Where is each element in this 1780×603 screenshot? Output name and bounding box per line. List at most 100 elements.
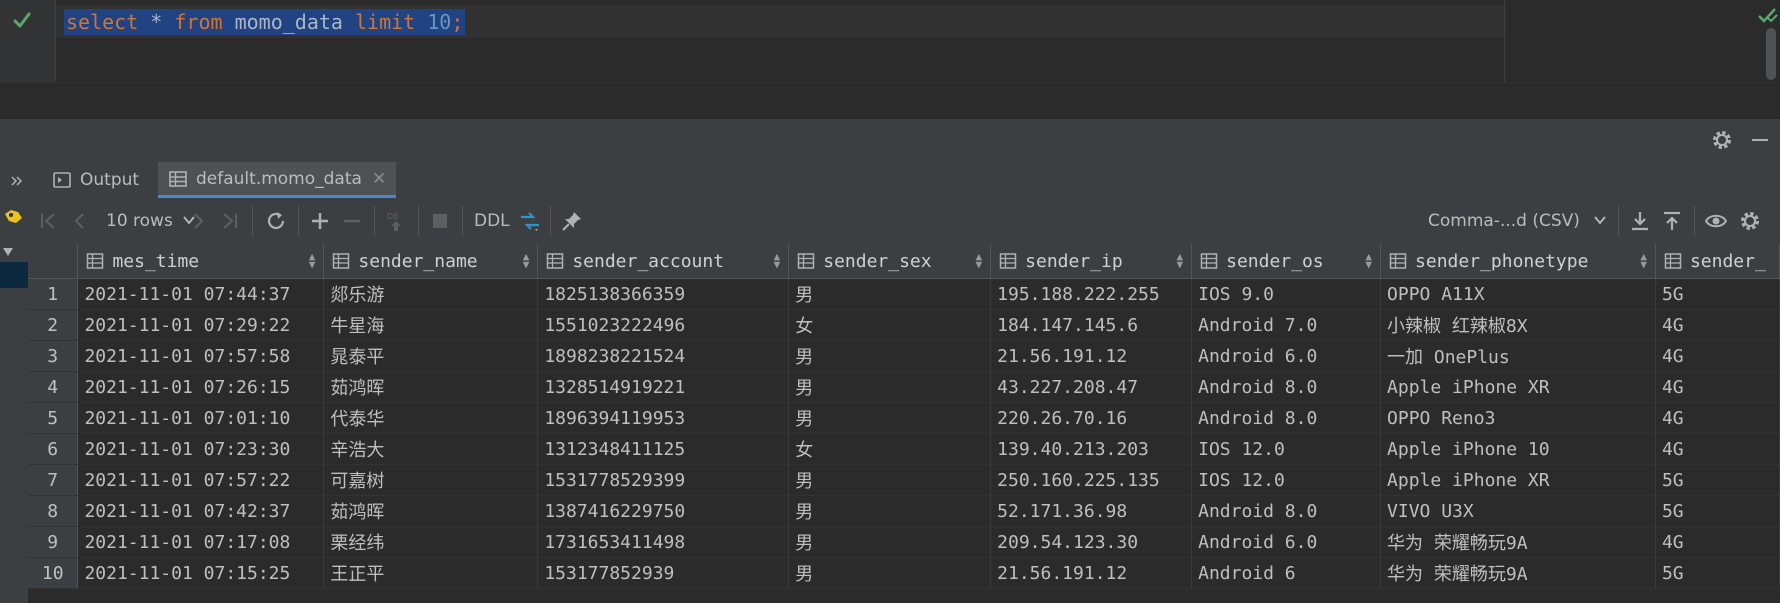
sql-query-text[interactable]: select * from momo_data limit 10; [64,9,466,35]
cell-sender_ip[interactable]: 43.227.208.47 [990,371,1193,403]
cell-sender[interactable]: 5G [1655,495,1780,527]
cell-sender_phonetype[interactable]: 一加 OnePlus [1380,340,1656,372]
cell-sender_account[interactable]: 1898238221524 [537,340,790,372]
cell-sender_phonetype[interactable]: 华为 荣耀畅玩9A [1380,526,1656,558]
sort-toggle-icon[interactable]: ▲ ▼ [1640,251,1647,270]
cell-sender_account[interactable]: 1328514919221 [537,371,790,403]
cell-sender_phonetype[interactable]: Apple iPhone 10 [1380,433,1656,465]
cell-sender_account[interactable]: 1825138366359 [537,278,790,310]
cell-sender_phonetype[interactable]: Apple iPhone XR [1380,371,1656,403]
cell-sender_sex[interactable]: 男 [788,278,992,310]
column-header-sender[interactable]: sender_ [1655,244,1780,279]
add-row-button[interactable] [308,209,332,233]
cell-sender_account[interactable]: 153177852939 [537,557,790,589]
cell-sender_ip[interactable]: 209.54.123.30 [990,526,1193,558]
cell-mes_time[interactable]: 2021-11-01 07:26:15 [77,371,325,403]
settings-button[interactable] [1738,209,1762,233]
cell-sender_ip[interactable]: 195.188.222.255 [990,278,1193,310]
cell-sender_sex[interactable]: 男 [788,371,992,403]
cell-sender_name[interactable]: 牛星海 [323,309,539,341]
cell-sender_os[interactable]: IOS 12.0 [1191,464,1382,496]
cell-sender_os[interactable]: Android 8.0 [1191,402,1382,434]
stop-button[interactable] [428,209,452,233]
cell-sender_account[interactable]: 1312348411125 [537,433,790,465]
column-header-sender_os[interactable]: sender_os ▲ ▼ [1191,244,1382,279]
cell-sender_name[interactable]: 郯乐游 [323,278,539,310]
cell-sender[interactable]: 4G [1655,526,1780,558]
table-row[interactable]: 8 2021-11-01 07:42:37 茹鸿晖 1387416229750 男 52.… [28,495,1780,527]
column-header-sender_ip[interactable]: sender_ip ▲ ▼ [990,244,1193,279]
export-format-selector[interactable]: Comma-...d (CSV) [1428,209,1607,233]
cell-sender_ip[interactable]: 52.171.36.98 [990,495,1193,527]
cell-mes_time[interactable]: 2021-11-01 07:57:22 [77,464,325,496]
table-row[interactable]: 10 2021-11-01 07:15:25 王正平 153177852939 男 21.… [28,557,1780,589]
table-row[interactable]: 9 2021-11-01 07:17:08 栗经纬 1731653411498 男 209… [28,526,1780,558]
table-row[interactable]: 7 2021-11-01 07:57:22 可嘉树 1531778529399 男 250… [28,464,1780,496]
cell-sender_account[interactable]: 1551023222496 [537,309,790,341]
row-number[interactable]: 8 [28,495,79,527]
cell-sender[interactable]: 5G [1655,278,1780,310]
minimize-icon[interactable] [1748,128,1772,152]
row-number[interactable]: 7 [28,464,79,496]
cell-sender_name[interactable]: 晁泰平 [323,340,539,372]
row-number[interactable]: 10 [28,557,79,589]
cell-sender_os[interactable]: Android 7.0 [1191,309,1382,341]
row-number[interactable]: 5 [28,402,79,434]
cell-sender_os[interactable]: Android 6.0 [1191,526,1382,558]
result-grid[interactable]: mes_time ▲ ▼ sender_name ▲ ▼ sender_account ▲ ▼ s… [28,244,1780,603]
table-row[interactable]: 6 2021-11-01 07:23:30 辛浩大 1312348411125 女 139… [28,433,1780,465]
row-number[interactable]: 2 [28,309,79,341]
cell-sender_os[interactable]: Android 8.0 [1191,371,1382,403]
cell-sender_account[interactable]: 1731653411498 [537,526,790,558]
cell-sender_name[interactable]: 栗经纬 [323,526,539,558]
cell-sender_ip[interactable]: 184.147.145.6 [990,309,1193,341]
cell-mes_time[interactable]: 2021-11-01 07:57:58 [77,340,325,372]
cell-sender_ip[interactable]: 21.56.191.12 [990,340,1193,372]
table-row[interactable]: 1 2021-11-01 07:44:37 郯乐游 1825138366359 男 195… [28,278,1780,310]
grid-corner[interactable] [28,244,79,279]
import-button[interactable] [1660,209,1684,233]
cell-sender_name[interactable]: 可嘉树 [323,464,539,496]
row-number[interactable]: 4 [28,371,79,403]
ddl-button[interactable]: DDL [474,209,510,233]
cell-sender_sex[interactable]: 男 [788,464,992,496]
cell-sender_ip[interactable]: 250.160.225.135 [990,464,1193,496]
selected-tree-node[interactable] [0,262,28,288]
table-row[interactable]: 5 2021-11-01 07:01:10 代泰华 1896394119953 男 220… [28,402,1780,434]
cell-mes_time[interactable]: 2021-11-01 07:42:37 [77,495,325,527]
column-header-sender_phonetype[interactable]: sender_phonetype ▲ ▼ [1380,244,1656,279]
cell-sender_sex[interactable]: 男 [788,557,992,589]
cell-sender_sex[interactable]: 女 [788,309,992,341]
cell-sender_ip[interactable]: 220.26.70.16 [990,402,1193,434]
cell-mes_time[interactable]: 2021-11-01 07:01:10 [77,402,325,434]
cell-sender_ip[interactable]: 139.40.213.203 [990,433,1193,465]
previous-page-button[interactable] [68,209,92,233]
refresh-button[interactable] [264,209,288,233]
cell-sender[interactable]: 4G [1655,309,1780,341]
cell-sender_name[interactable]: 茹鸿晖 [323,371,539,403]
cell-sender_os[interactable]: Android 6.0 [1191,340,1382,372]
first-page-button[interactable] [36,209,60,233]
cell-mes_time[interactable]: 2021-11-01 07:23:30 [77,433,325,465]
cell-sender[interactable]: 5G [1655,464,1780,496]
table-row[interactable]: 4 2021-11-01 07:26:15 茹鸿晖 1328514919221 男 43.… [28,371,1780,403]
row-number[interactable]: 1 [28,278,79,310]
cell-sender_phonetype[interactable]: VIVO U3X [1380,495,1656,527]
sort-toggle-icon[interactable]: ▲ ▼ [523,251,530,270]
gear-icon[interactable] [1710,128,1734,152]
column-header-sender_name[interactable]: sender_name ▲ ▼ [323,244,539,279]
cell-sender[interactable]: 4G [1655,433,1780,465]
column-header-sender_sex[interactable]: sender_sex ▲ ▼ [788,244,992,279]
cell-sender_os[interactable]: Android 6 [1191,557,1382,589]
sort-toggle-icon[interactable]: ▲ ▼ [309,251,316,270]
sort-toggle-icon[interactable]: ▲ ▼ [774,251,781,270]
cell-sender_os[interactable]: Android 8.0 [1191,495,1382,527]
cell-sender_account[interactable]: 1531778529399 [537,464,790,496]
cell-sender_phonetype[interactable]: OPPO A11X [1380,278,1656,310]
cell-sender_ip[interactable]: 21.56.191.12 [990,557,1193,589]
cell-sender[interactable]: 4G [1655,340,1780,372]
cell-sender_sex[interactable]: 男 [788,495,992,527]
column-header-mes_time[interactable]: mes_time ▲ ▼ [77,244,325,279]
sql-editor[interactable]: select * from momo_data limit 10; [0,0,1780,82]
table-row[interactable]: 3 2021-11-01 07:57:58 晁泰平 1898238221524 男 21.… [28,340,1780,372]
